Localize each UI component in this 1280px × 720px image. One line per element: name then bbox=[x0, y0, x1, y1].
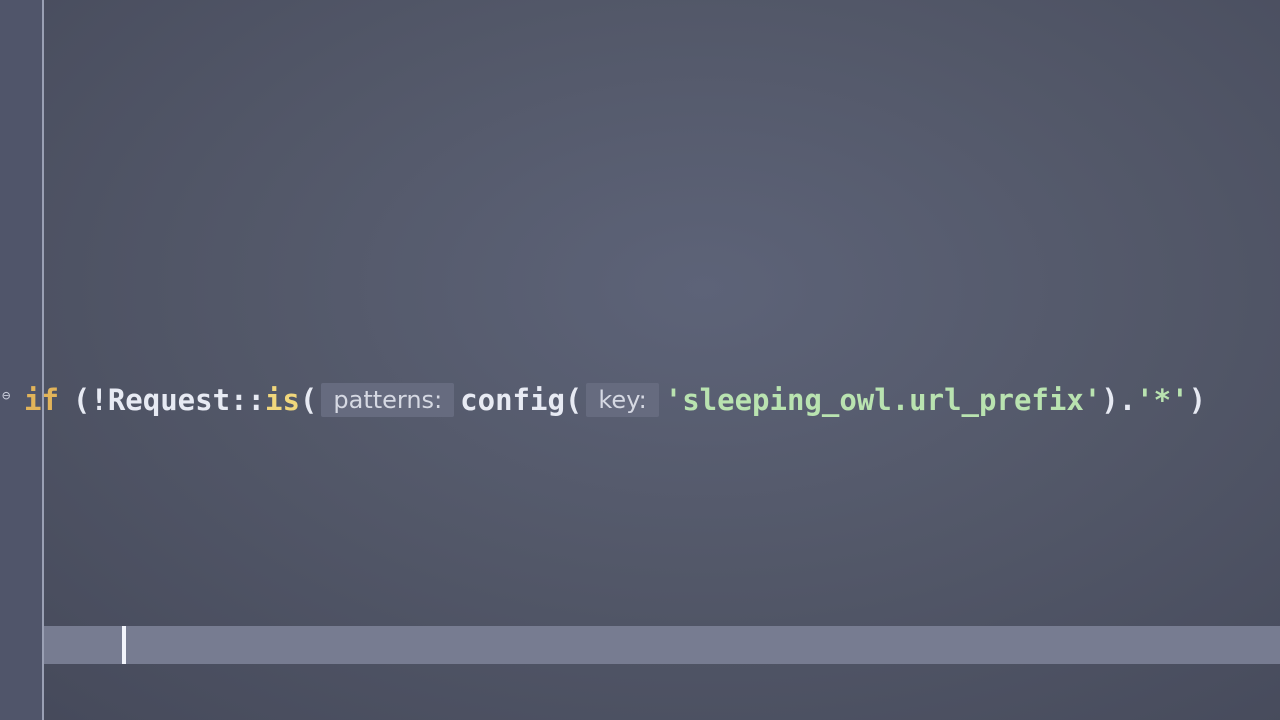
current-line-highlight[interactable] bbox=[44, 626, 1280, 664]
keyword-if: if bbox=[24, 383, 59, 417]
class-name: Request bbox=[107, 383, 231, 417]
close-paren: ) bbox=[1188, 383, 1207, 417]
paren-open: ( bbox=[299, 383, 318, 417]
fold-minus-icon[interactable]: ⊖ bbox=[2, 388, 16, 404]
method-is: is bbox=[264, 383, 300, 417]
parameter-hint-key: key: bbox=[586, 383, 659, 417]
text-caret bbox=[122, 626, 126, 664]
code-line[interactable]: if (! Request :: is ( patterns: config (… bbox=[24, 380, 1206, 420]
function-config: config bbox=[460, 383, 565, 417]
string-literal-wildcard: '*' bbox=[1136, 383, 1189, 417]
editor-gutter: ⊖ bbox=[0, 0, 44, 720]
close-paren-dot: ). bbox=[1101, 383, 1137, 417]
double-colon: :: bbox=[230, 383, 265, 417]
paren-open: ( bbox=[564, 383, 583, 417]
code-editor[interactable]: ⊖ if (! Request :: is ( patterns: config… bbox=[0, 0, 1280, 720]
parameter-hint-patterns: patterns: bbox=[321, 383, 455, 417]
open-not: (! bbox=[72, 383, 108, 417]
string-literal-url-prefix: 'sleeping_owl.url_prefix' bbox=[664, 383, 1102, 417]
